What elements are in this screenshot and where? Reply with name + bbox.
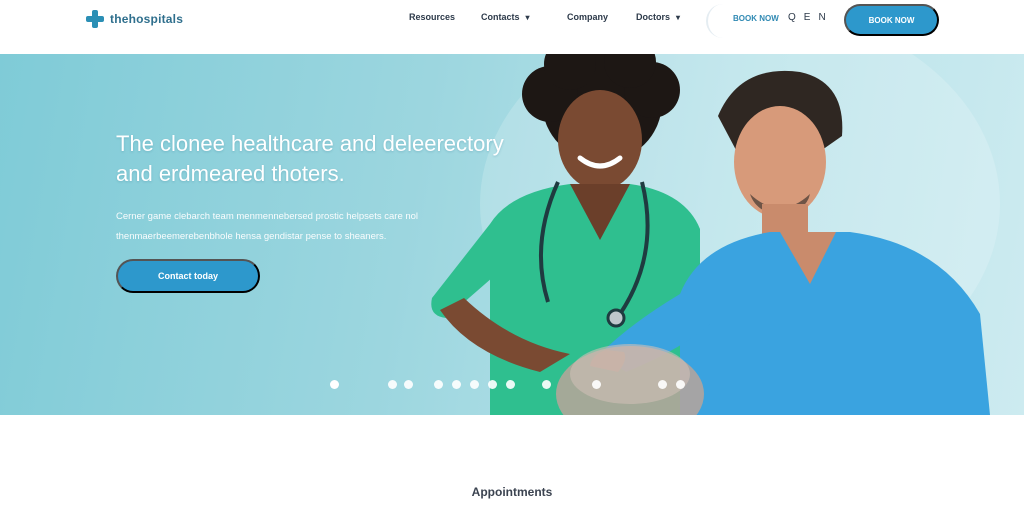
section-title: Appointments bbox=[471, 485, 553, 499]
book-now-button[interactable]: BOOK NOW bbox=[844, 4, 939, 36]
utility-icons: Q E N bbox=[788, 12, 826, 23]
contact-today-button[interactable]: Contact today bbox=[116, 259, 260, 293]
slider-dot[interactable] bbox=[542, 380, 551, 389]
nav-label: Doctors bbox=[636, 12, 671, 22]
logo-text: thehospitals bbox=[110, 12, 184, 26]
chevron-down-icon: ▾ bbox=[525, 12, 530, 22]
slider-dot[interactable] bbox=[452, 380, 461, 389]
slider-dot[interactable] bbox=[658, 380, 667, 389]
slider-dot[interactable] bbox=[506, 380, 515, 389]
slider-dot[interactable] bbox=[330, 380, 339, 389]
nav-item-doctors[interactable]: Doctors ▾ bbox=[636, 12, 680, 22]
slider-dot[interactable] bbox=[592, 380, 601, 389]
logo[interactable]: thehospitals bbox=[86, 10, 183, 28]
slider-dot[interactable] bbox=[404, 380, 413, 389]
search-icon[interactable]: Q bbox=[788, 12, 796, 23]
slider-dot[interactable] bbox=[488, 380, 497, 389]
nav-item-company[interactable]: Company bbox=[567, 12, 608, 22]
book-link[interactable]: BOOK NOW bbox=[733, 14, 779, 23]
slider-dot[interactable] bbox=[434, 380, 443, 389]
site-header: thehospitals Resources Contacts ▾ Compan… bbox=[0, 0, 1024, 54]
medical-cross-icon bbox=[86, 10, 104, 28]
hero-subtitle: Cerner game clebarch team menmennebersed… bbox=[116, 211, 419, 242]
nav-label: Company bbox=[567, 12, 609, 22]
nav-label: Resources bbox=[409, 12, 456, 22]
chevron-down-icon: ▾ bbox=[676, 12, 681, 22]
slider-dot[interactable] bbox=[388, 380, 397, 389]
hero-banner: The clonee healthcare and deleerectory a… bbox=[0, 54, 1024, 415]
menu-icon[interactable]: N bbox=[818, 12, 825, 23]
slider-dot[interactable] bbox=[470, 380, 479, 389]
slider-dot[interactable] bbox=[676, 380, 685, 389]
user-icon[interactable]: E bbox=[804, 12, 811, 23]
nav-item-contacts[interactable]: Contacts ▾ bbox=[481, 12, 530, 22]
hero-title: The clonee healthcare and deleerectory a… bbox=[116, 131, 504, 186]
nav-divider bbox=[706, 4, 726, 38]
nav-item-resources[interactable]: Resources bbox=[409, 12, 455, 22]
nav-label: Contacts bbox=[481, 12, 520, 22]
